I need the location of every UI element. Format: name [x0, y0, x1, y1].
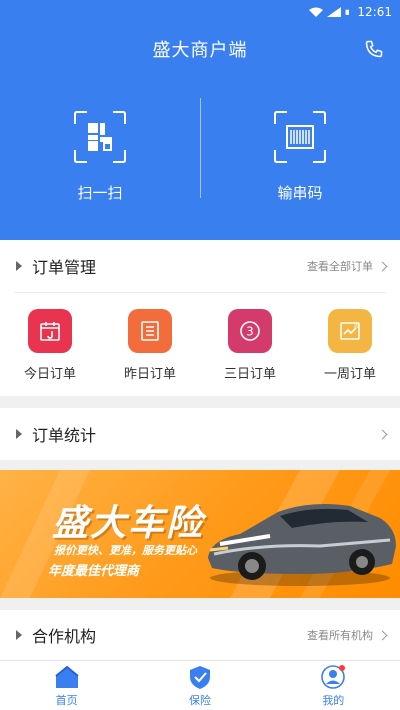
today-orders-tile — [28, 309, 72, 353]
week-orders-tile: 周 — [328, 309, 372, 353]
battery-icon — [345, 9, 350, 15]
week-orders-button[interactable]: 周 一周订单 — [300, 309, 400, 397]
scan-label: 扫一扫 — [77, 184, 123, 202]
nav-home[interactable]: 首页 — [0, 661, 133, 710]
page-title: 盛大商户端 — [152, 40, 248, 61]
bottom-navigation: 首页 保险 我的 — [0, 660, 400, 710]
list-doc-icon — [141, 321, 159, 341]
status-time: 12:61 — [357, 5, 392, 19]
view-all-partners-link[interactable]: 查看所有机构 — [307, 627, 388, 643]
barcode-icon — [274, 111, 326, 163]
today-orders-button[interactable]: 今日订单 — [0, 309, 100, 397]
order-management-title: 订单管理 — [32, 258, 97, 277]
yesterday-orders-tile — [128, 309, 172, 353]
user-icon — [321, 664, 346, 689]
partners-header[interactable]: 合作机构 查看所有机构 — [0, 610, 400, 660]
sports-car-image — [208, 504, 396, 586]
banner-tagline: 报价更快、更准，服务更贴心 — [54, 544, 197, 557]
order-stats-header[interactable]: 订单统计 — [0, 408, 400, 460]
caret-right-icon — [16, 429, 22, 439]
nav-insurance-label: 保险 — [188, 693, 211, 707]
partners-card: 合作机构 查看所有机构 — [0, 610, 400, 660]
top-header-panel: 12:61 盛大商户端 扫一扫 输串码 — [0, 0, 400, 240]
chevron-right-icon — [377, 630, 388, 640]
caret-right-icon — [16, 261, 22, 271]
view-all-orders-label: 查看全部订单 — [307, 260, 373, 273]
nav-home-label: 首页 — [55, 693, 78, 707]
order-stats-title: 订单统计 — [32, 426, 97, 445]
three-glyph: 3 — [246, 325, 254, 339]
qr-scan-icon — [74, 111, 126, 163]
banner-subtitle: 年度最佳代理商 — [48, 564, 140, 579]
order-stats-card: 订单统计 — [0, 408, 400, 460]
order-shortcuts: 今日订单 昨日订单 3 三日订单 周 一周订单 — [0, 293, 400, 397]
banner-title: 盛大车险 — [52, 503, 205, 544]
phone-icon[interactable] — [364, 39, 384, 59]
scan-button[interactable]: 扫一扫 — [0, 96, 200, 206]
today-orders-label: 今日订单 — [23, 367, 76, 382]
chevron-right-icon — [377, 261, 388, 271]
calendar-j-icon — [40, 322, 60, 341]
car-insurance-banner[interactable]: 盛大车险 报价更快、更准，服务更贴心 年度最佳代理商 — [0, 470, 400, 598]
nav-profile[interactable]: 我的 — [267, 661, 400, 710]
week-badge: 周 — [354, 324, 359, 330]
week-orders-label: 一周订单 — [323, 367, 376, 382]
three-day-orders-button[interactable]: 3 三日订单 — [200, 309, 300, 397]
nav-profile-label: 我的 — [322, 693, 345, 707]
status-bar: 12:61 — [0, 0, 400, 24]
order-management-header[interactable]: 订单管理 查看全部订单 — [0, 240, 400, 292]
shield-check-icon — [189, 665, 210, 689]
nav-insurance[interactable]: 保险 — [133, 661, 266, 710]
view-all-partners-label: 查看所有机构 — [307, 629, 373, 642]
three-day-orders-label: 三日订单 — [223, 367, 276, 382]
three-day-orders-tile: 3 — [228, 309, 272, 353]
quick-actions: 扫一扫 输串码 — [0, 96, 400, 206]
order-management-card: 订单管理 查看全部订单 今日订单 昨日订单 3 三日订单 周 一周订单 — [0, 240, 400, 396]
chevron-right-icon — [377, 429, 388, 439]
caret-right-icon — [16, 630, 22, 640]
enter-code-button[interactable]: 输串码 — [200, 96, 400, 206]
partners-title: 合作机构 — [32, 627, 97, 646]
title-bar: 盛大商户端 — [0, 24, 400, 74]
view-all-orders-link[interactable]: 查看全部订单 — [307, 258, 388, 274]
yesterday-orders-button[interactable]: 昨日订单 — [100, 309, 200, 397]
enter-code-label: 输串码 — [277, 184, 323, 202]
signal-icon — [327, 7, 342, 17]
home-icon — [55, 665, 79, 688]
week-chart-icon: 周 — [340, 322, 360, 340]
wifi-icon — [309, 7, 324, 17]
three-circle-icon: 3 — [240, 321, 260, 341]
yesterday-orders-label: 昨日订单 — [123, 367, 176, 382]
